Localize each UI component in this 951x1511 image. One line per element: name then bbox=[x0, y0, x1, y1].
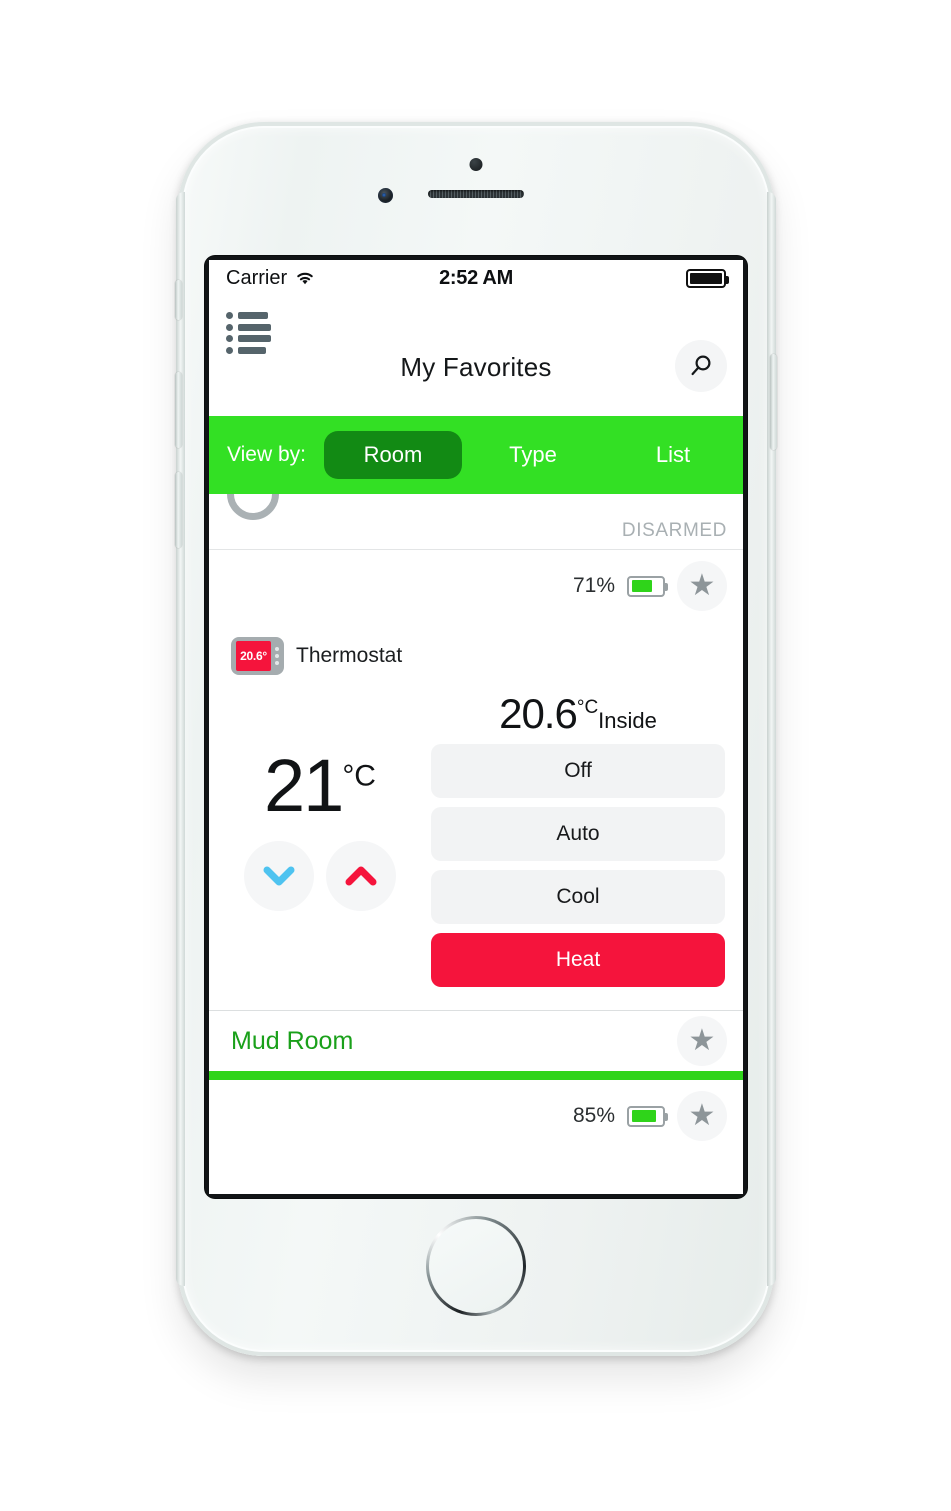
wifi-icon bbox=[297, 272, 313, 285]
home-button[interactable] bbox=[426, 1216, 526, 1316]
favorite-star-room[interactable]: ★ bbox=[677, 1016, 727, 1066]
inside-temperature-unit: °C bbox=[576, 697, 599, 718]
room-row-mud-room[interactable]: Mud Room ★ bbox=[209, 1011, 743, 1071]
status-bar: Carrier 2:52 AM bbox=[209, 260, 743, 296]
battery-icon-bottom bbox=[627, 1105, 668, 1127]
view-by-label: View by: bbox=[227, 443, 306, 466]
temperature-increase-button[interactable] bbox=[326, 841, 396, 912]
list-menu-icon[interactable] bbox=[226, 312, 272, 354]
status-bar-left: Carrier bbox=[226, 267, 439, 290]
view-by-bar: View by: Room Type List bbox=[209, 416, 743, 494]
thermostat-panel: 21°C 20.6°CInside Off Auto Cool Heat bbox=[209, 684, 743, 1011]
inside-temperature-readout: 20.6°CInside bbox=[431, 684, 725, 744]
favorite-star-top[interactable]: ★ bbox=[677, 561, 727, 611]
proximity-sensor-icon bbox=[469, 158, 483, 171]
room-divider bbox=[209, 1071, 743, 1080]
phone-left-edge bbox=[176, 192, 185, 1286]
carrier-label: Carrier bbox=[226, 266, 288, 289]
thermostat-header: 20.6° Thermostat bbox=[209, 622, 743, 684]
volume-down-button[interactable] bbox=[175, 472, 182, 548]
search-button[interactable] bbox=[675, 340, 727, 392]
device-list: DISARMED 71% ★ 20.6° Thermostat 21°C 20.… bbox=[209, 468, 743, 1152]
room-name: Mud Room bbox=[231, 1026, 354, 1055]
search-icon bbox=[691, 355, 711, 376]
setpoint-unit: °C bbox=[342, 759, 376, 793]
mode-button-heat[interactable]: Heat bbox=[431, 933, 725, 987]
tab-room[interactable]: Room bbox=[324, 431, 462, 479]
battery-icon-top bbox=[627, 575, 668, 597]
mode-button-cool[interactable]: Cool bbox=[431, 870, 725, 924]
phone-device: Carrier 2:52 AM My Favorites View by: Ro… bbox=[175, 122, 777, 1356]
status-bar-right bbox=[513, 268, 730, 288]
screenshot-stage: Carrier 2:52 AM My Favorites View by: Ro… bbox=[0, 0, 951, 1511]
battery-row-bottom: 85% ★ bbox=[209, 1080, 743, 1152]
thermostat-modes-area: 20.6°CInside Off Auto Cool Heat bbox=[431, 684, 725, 996]
battery-row-top: 71% ★ bbox=[209, 550, 743, 622]
thermostat-setpoint-area: 21°C bbox=[209, 684, 431, 996]
status-badge: DISARMED bbox=[621, 520, 727, 541]
tab-list[interactable]: List bbox=[603, 431, 743, 479]
star-icon: ★ bbox=[688, 569, 716, 602]
app-header: My Favorites bbox=[209, 296, 743, 416]
front-camera-icon bbox=[378, 188, 393, 203]
inside-temperature-value: 20.6 bbox=[499, 690, 578, 737]
setpoint-controls bbox=[244, 841, 396, 912]
chevron-up-icon bbox=[345, 866, 377, 886]
power-button[interactable] bbox=[770, 354, 777, 450]
tab-room-wrap: Room bbox=[323, 431, 463, 479]
screen-bezel: Carrier 2:52 AM My Favorites View by: Ro… bbox=[205, 256, 747, 1198]
favorite-star-bottom[interactable]: ★ bbox=[677, 1091, 727, 1141]
page-title: My Favorites bbox=[400, 352, 552, 382]
battery-percent-bottom: 85% bbox=[572, 1104, 615, 1127]
setpoint-value: 21 bbox=[264, 744, 344, 827]
tab-type-wrap: Type bbox=[463, 431, 603, 479]
thermostat-icon-reading: 20.6° bbox=[236, 641, 271, 671]
setpoint-display: 21°C bbox=[264, 749, 376, 823]
security-status-row[interactable]: DISARMED bbox=[209, 468, 743, 550]
thermostat-icon-dots bbox=[275, 647, 279, 665]
tab-list-wrap: List bbox=[603, 431, 743, 479]
volume-up-button[interactable] bbox=[175, 372, 182, 448]
temperature-decrease-button[interactable] bbox=[244, 841, 314, 912]
silent-switch[interactable] bbox=[175, 280, 182, 320]
mode-button-off[interactable]: Off bbox=[431, 744, 725, 798]
phone-screen: Carrier 2:52 AM My Favorites View by: Ro… bbox=[209, 260, 743, 1194]
status-bar-time: 2:52 AM bbox=[439, 266, 513, 289]
thermostat-name: Thermostat bbox=[296, 644, 403, 667]
inside-temperature-label: Inside bbox=[598, 708, 657, 733]
earpiece-speaker bbox=[428, 190, 524, 198]
battery-percent-top: 71% bbox=[572, 574, 615, 597]
thermostat-icon: 20.6° bbox=[231, 637, 284, 675]
mode-button-auto[interactable]: Auto bbox=[431, 807, 725, 861]
status-battery-icon bbox=[686, 268, 730, 288]
home-button-ring bbox=[426, 1216, 526, 1316]
star-icon: ★ bbox=[688, 1099, 716, 1132]
tab-type[interactable]: Type bbox=[463, 431, 603, 479]
chevron-down-icon bbox=[263, 866, 295, 886]
star-icon: ★ bbox=[688, 1024, 716, 1057]
